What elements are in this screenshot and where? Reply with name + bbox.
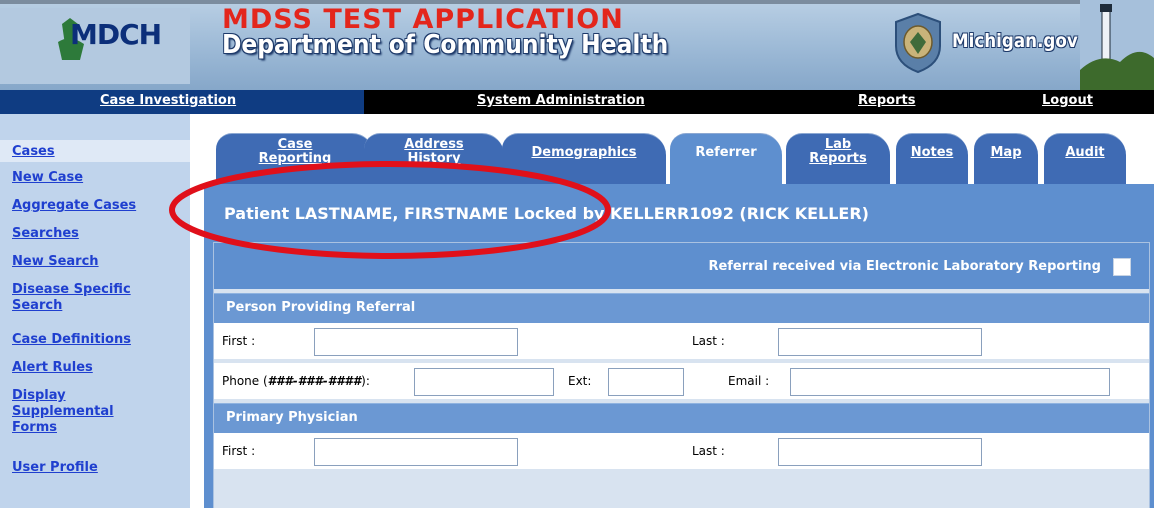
section-person-providing-referral: Person Providing Referral — [214, 293, 1149, 323]
michigan-seal-icon — [895, 12, 941, 74]
referrer-ext-input[interactable] — [608, 368, 684, 396]
sidebar-item-disease-specific-search[interactable]: Disease Specific Search — [12, 282, 162, 314]
lighthouse-icon — [1080, 0, 1154, 90]
patient-lock-status: Patient LASTNAME, FIRSTNAME Locked by KE… — [224, 204, 869, 223]
tab-case-reporting-label: Case Reporting — [258, 137, 332, 166]
sidebar-gutter — [190, 114, 204, 508]
physician-last-name-input[interactable] — [778, 438, 982, 466]
tab-audit-label: Audit — [1065, 145, 1105, 160]
referrer-first-label: First : — [222, 334, 256, 348]
elr-label: Referral received via Electronic Laborat… — [708, 259, 1101, 274]
tab-lab-reports-label: Lab Reports — [809, 137, 867, 166]
tab-address-history[interactable]: Address History — [364, 133, 504, 185]
referrer-email-input[interactable] — [790, 368, 1110, 396]
tab-demographics-label: Demographics — [531, 145, 637, 160]
tab-bar: Case Reporting Address History Demograph… — [204, 114, 1154, 185]
physician-first-name-input[interactable] — [314, 438, 518, 466]
tab-audit[interactable]: Audit — [1044, 133, 1126, 185]
referrer-email-label: Email : — [728, 374, 770, 388]
tab-map-label: Map — [990, 145, 1022, 160]
referrer-contact-row: Phone (###-###-####): Ext: Email : — [214, 363, 1149, 401]
referrer-form: Referral received via Electronic Laborat… — [213, 242, 1150, 508]
sidebar-item-cases[interactable]: Cases — [12, 144, 55, 160]
sidebar-item-new-case[interactable]: New Case — [12, 170, 83, 186]
referrer-phone-input[interactable] — [414, 368, 554, 396]
section-primary-physician: Primary Physician — [214, 403, 1149, 433]
elr-row: Referral received via Electronic Laborat… — [214, 243, 1149, 291]
nav-reports[interactable]: Reports — [858, 93, 915, 108]
tab-demographics[interactable]: Demographics — [502, 133, 666, 185]
header-banner: MDCH MDSS TEST APPLICATION Department of… — [0, 0, 1154, 90]
referrer-name-row: First : Last : — [214, 323, 1149, 361]
sidebar-item-alert-rules[interactable]: Alert Rules — [12, 360, 93, 376]
sidebar-item-user-profile[interactable]: User Profile — [12, 460, 98, 476]
tab-map[interactable]: Map — [974, 133, 1038, 185]
nav-case-investigation[interactable]: Case Investigation — [100, 93, 236, 108]
tab-notes-label: Notes — [910, 145, 954, 160]
sidebar-item-display-supplemental-forms[interactable]: Display Supplemental Forms — [12, 388, 122, 436]
referrer-panel: Patient LASTNAME, FIRSTNAME Locked by KE… — [204, 184, 1154, 508]
top-nav-bar: Case Investigation System Administration… — [0, 90, 1154, 114]
sidebar-item-aggregate-cases[interactable]: Aggregate Cases — [12, 198, 136, 214]
physician-first-label: First : — [222, 444, 256, 458]
phone-label-format: ###-###-#### — [267, 374, 362, 388]
sidebar-item-new-search[interactable]: New Search — [12, 254, 99, 270]
tab-lab-reports[interactable]: Lab Reports — [786, 133, 890, 185]
referrer-first-name-input[interactable] — [314, 328, 518, 356]
phone-label-suffix: ): — [361, 374, 370, 388]
department-title: Department of Community Health — [222, 30, 669, 60]
physician-last-label: Last : — [692, 444, 725, 458]
logo-text: MDCH — [70, 18, 162, 51]
elr-checkbox[interactable] — [1113, 258, 1131, 276]
nav-system-administration[interactable]: System Administration — [477, 93, 645, 108]
michigan-gov-logo: Michigan.gov — [952, 30, 1078, 52]
referrer-last-label: Last : — [692, 334, 725, 348]
physician-name-row: First : Last : — [214, 433, 1149, 471]
tab-referrer[interactable]: Referrer — [670, 133, 782, 185]
referrer-ext-label: Ext: — [568, 374, 592, 388]
tab-notes[interactable]: Notes — [896, 133, 968, 185]
app-window: MDCH MDSS TEST APPLICATION Department of… — [0, 0, 1154, 508]
referrer-phone-label: Phone (###-###-####): — [222, 374, 370, 388]
nav-logout[interactable]: Logout — [1042, 93, 1093, 108]
sidebar-item-searches[interactable]: Searches — [12, 226, 79, 242]
section-primary-physician-label: Primary Physician — [226, 410, 358, 425]
section-person-providing-referral-label: Person Providing Referral — [226, 300, 416, 315]
tab-referrer-label: Referrer — [695, 145, 757, 160]
sidebar: Cases New Case Aggregate Cases Searches … — [0, 114, 190, 508]
sidebar-item-case-definitions[interactable]: Case Definitions — [12, 332, 131, 348]
referrer-last-name-input[interactable] — [778, 328, 982, 356]
phone-label-prefix: Phone ( — [222, 374, 268, 388]
tab-case-reporting[interactable]: Case Reporting — [216, 133, 374, 185]
tab-address-history-label: Address History — [404, 137, 464, 166]
